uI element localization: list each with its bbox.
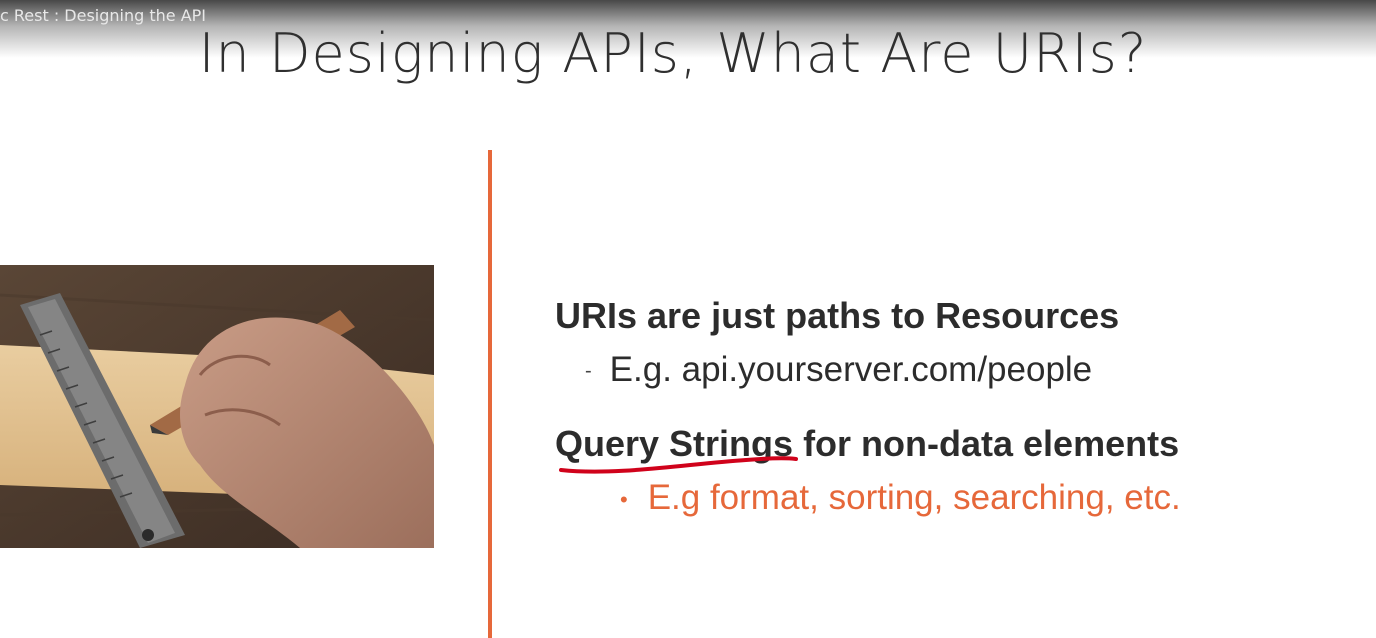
red-underline-annotation	[559, 456, 798, 474]
point-uris-example-text: E.g. api.yourserver.com/people	[609, 350, 1093, 389]
point-query-strings-example: • E.g format, sorting, searching, etc.	[620, 478, 1181, 518]
slide-photo	[0, 265, 434, 548]
point-uris: URIs are just paths to Resources	[555, 295, 1120, 336]
bullet-marker: •	[620, 486, 628, 512]
slide-divider	[488, 150, 492, 638]
point-query-strings-example-text: E.g format, sorting, searching, etc.	[647, 478, 1181, 517]
slide-title: In Designing APIs, What Are URIs?	[198, 22, 1148, 85]
dash-marker: -	[585, 360, 592, 383]
point-uris-example: - E.g. api.yourserver.com/people	[585, 350, 1092, 390]
